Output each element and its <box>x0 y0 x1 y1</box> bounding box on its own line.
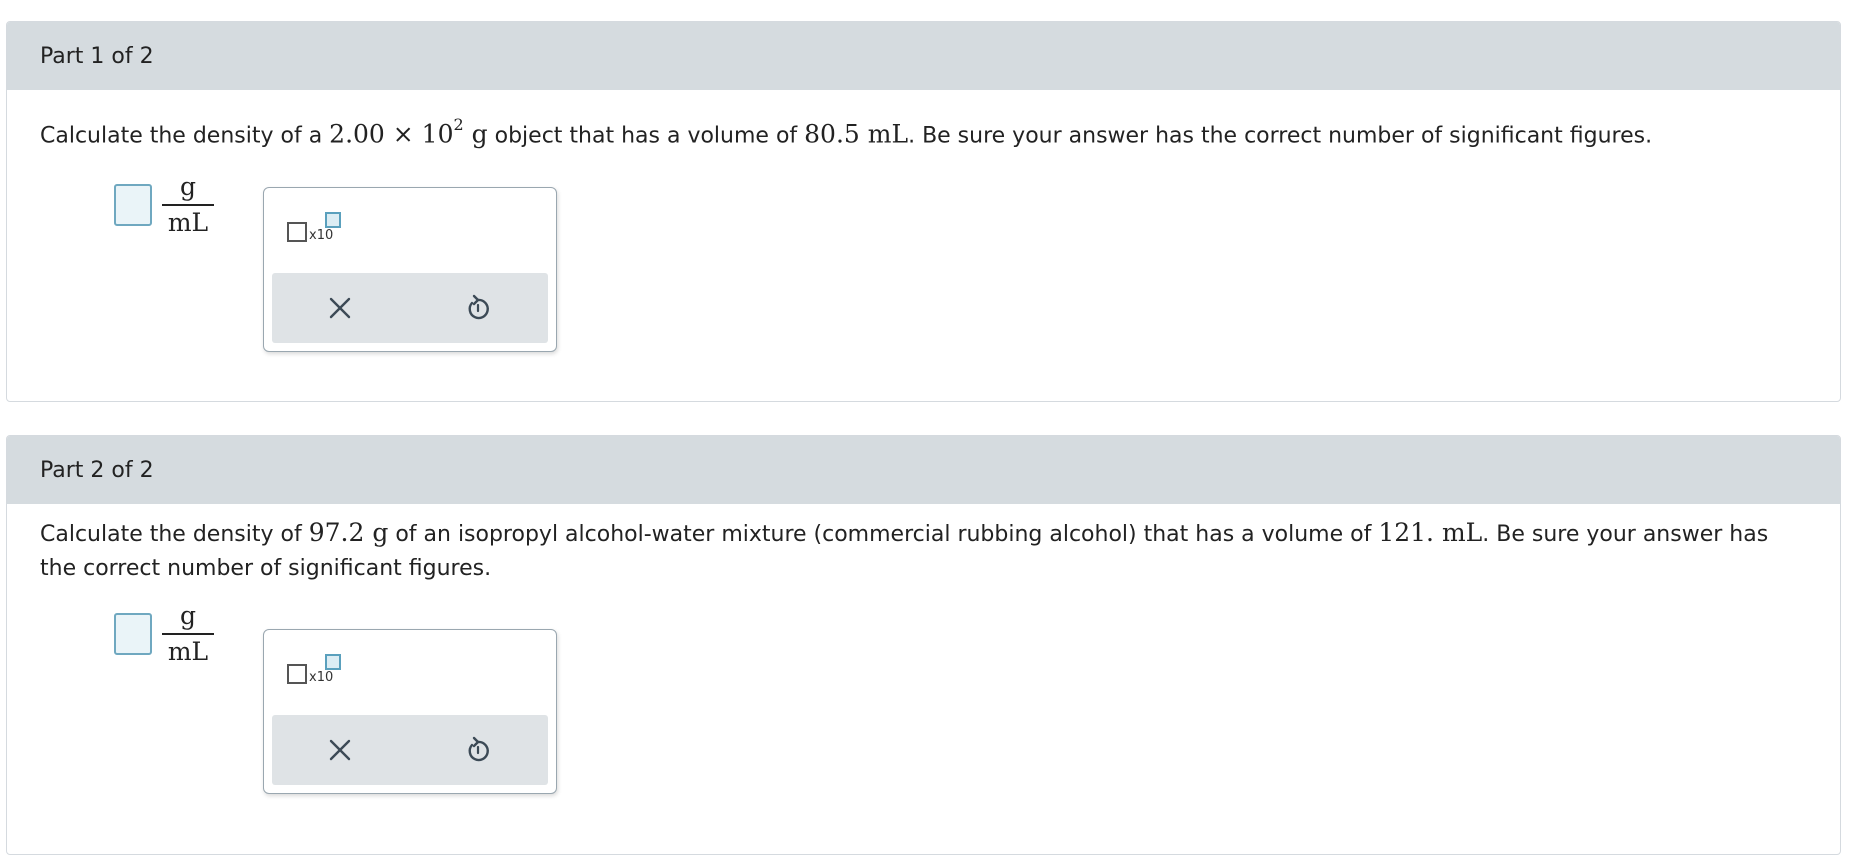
mass-mantissa: 2.00 <box>329 119 385 149</box>
part-1-question: Calculate the density of a 2.00 × 102 g … <box>40 112 1770 153</box>
unit-numerator: g <box>162 601 214 635</box>
question-text: object that has a volume of <box>487 123 805 149</box>
sci-x10-label: x10 <box>309 228 334 243</box>
undo-icon <box>468 294 489 320</box>
scientific-notation-button[interactable]: x10 <box>287 654 347 688</box>
clear-button[interactable] <box>280 273 400 343</box>
times-ten: × 10 <box>384 119 454 149</box>
mass-unit: g <box>463 119 488 149</box>
unit-fraction: g mL <box>162 601 214 667</box>
clear-button[interactable] <box>280 715 400 785</box>
part-2-answer-row: g mL <box>114 601 214 667</box>
sci-base-box-icon <box>287 664 307 684</box>
part-1-header: Part 1 of 2 <box>7 22 1840 90</box>
unit-fraction: g mL <box>162 172 214 238</box>
sci-base-box-icon <box>287 222 307 242</box>
part-2-tool-panel: x10 <box>263 629 557 794</box>
scientific-notation-button[interactable]: x10 <box>287 212 347 246</box>
question-text: Calculate the density of <box>40 522 309 547</box>
part-1-answer-row: g mL <box>114 172 214 238</box>
close-icon <box>329 739 351 761</box>
volume-value: 121. <box>1378 518 1434 547</box>
mass-value: 97.2 <box>308 518 365 547</box>
mass-exponent: 2 <box>453 115 464 134</box>
volume-value: 80.5 <box>804 119 860 149</box>
undo-button[interactable] <box>418 273 538 343</box>
part-2-answer-input[interactable] <box>114 613 152 655</box>
part-1-answer-input[interactable] <box>114 184 152 226</box>
question-text: of an isopropyl alcohol-water mixture (c… <box>388 522 1379 547</box>
sci-exponent-box-icon <box>325 212 341 228</box>
undo-icon <box>468 736 489 762</box>
sci-exponent-box-icon <box>325 654 341 670</box>
unit-numerator: g <box>162 172 214 206</box>
part-2-panel: Part 2 of 2 Calculate the density of 97.… <box>6 435 1841 855</box>
volume-unit: mL <box>1434 518 1483 547</box>
undo-button[interactable] <box>418 715 538 785</box>
question-text: Calculate the density of a <box>40 123 330 149</box>
part-2-header: Part 2 of 2 <box>7 436 1840 504</box>
unit-denominator: mL <box>167 637 209 666</box>
part-1-tool-panel: x10 <box>263 187 557 352</box>
action-bar <box>272 715 548 785</box>
sci-x10-label: x10 <box>309 670 334 685</box>
unit-denominator: mL <box>167 208 209 237</box>
mass-unit: g <box>364 518 389 547</box>
close-icon <box>329 297 351 319</box>
part-1-panel: Part 1 of 2 Calculate the density of a 2… <box>6 21 1841 402</box>
action-bar <box>272 273 548 343</box>
question-text: . Be sure your answer has the correct nu… <box>908 123 1653 149</box>
volume-unit: mL <box>859 119 909 149</box>
part-2-question: Calculate the density of 97.2 g of an is… <box>40 516 1770 586</box>
